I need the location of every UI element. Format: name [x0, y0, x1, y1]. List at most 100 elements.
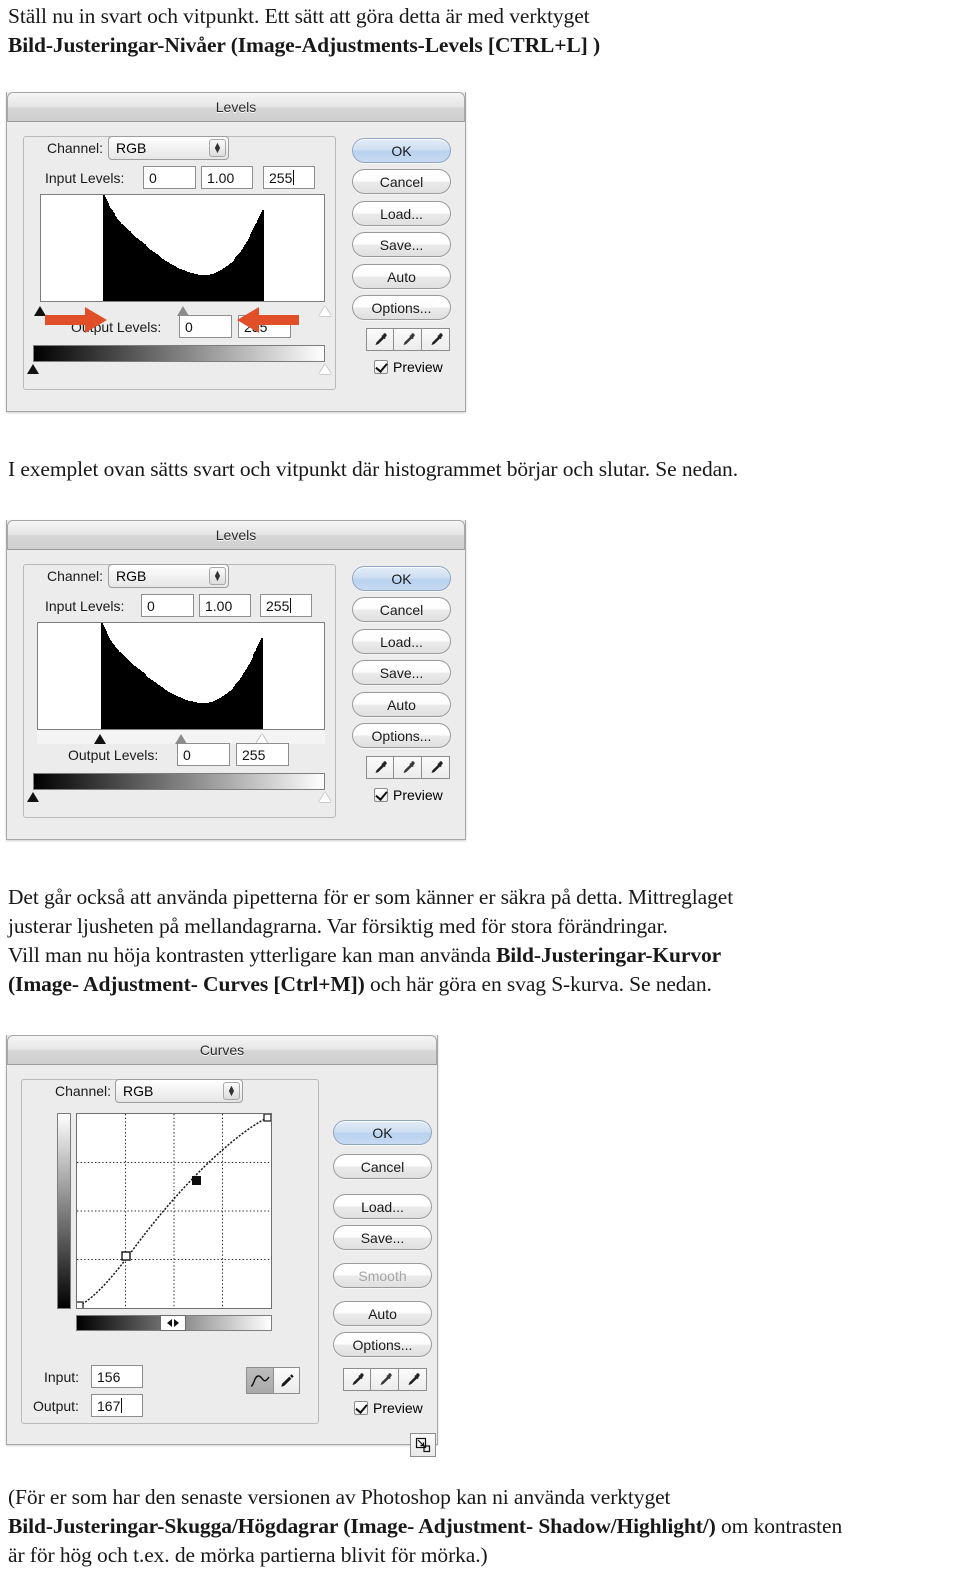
curves-save-button[interactable]: Save...	[333, 1225, 432, 1250]
levels-2-channel-select[interactable]: RGB ▲ ▼	[108, 564, 229, 588]
curves-options-button[interactable]: Options...	[333, 1332, 432, 1357]
eyedropper-gray-icon[interactable]	[394, 756, 422, 779]
curves-direction-toggle[interactable]	[160, 1315, 186, 1331]
curve-tool-icon[interactable]	[247, 1368, 273, 1393]
curves-dialog-titlebar: Curves	[7, 1035, 437, 1065]
levels-1-white-point-handle[interactable]	[319, 306, 331, 316]
grid-size-toggle-icon[interactable]	[410, 1433, 436, 1457]
checkbox-checked-icon[interactable]	[354, 1401, 368, 1415]
caret-left-icon[interactable]	[167, 1319, 172, 1327]
curves-cancel-button[interactable]: Cancel	[333, 1154, 432, 1179]
levels-2-channel-label: Channel:	[43, 568, 108, 584]
curves-output-field[interactable]: 167	[91, 1394, 143, 1417]
levels-dialog-1-body: Channel: RGB ▲ ▼ Input Levels: 0 1.00 255	[7, 122, 465, 410]
paragraph-4-line-3: är för hög och t.ex. de mörka partierna …	[8, 1543, 488, 1567]
curves-input-value: 156	[97, 1368, 121, 1385]
eyedropper-gray-icon[interactable]	[371, 1368, 399, 1391]
stepper-arrows-icon[interactable]: ▲ ▼	[223, 1082, 240, 1100]
levels-dialog-1-titlebar: Levels	[7, 92, 465, 122]
levels-1-output-black-field[interactable]: 0	[179, 315, 232, 338]
levels-2-input-slider[interactable]	[37, 730, 325, 744]
levels-2-cancel-button[interactable]: Cancel	[352, 597, 451, 622]
levels-1-input-black-field[interactable]: 0	[143, 166, 196, 189]
paragraph-3-line-4-bold: (Image- Adjustment- Curves [Ctrl+M])	[8, 972, 365, 996]
paragraph-3-line-1: Det går också att använda pipetterna för…	[8, 885, 734, 909]
levels-1-output-slider[interactable]	[27, 362, 331, 376]
levels-1-input-gamma-field[interactable]: 1.00	[201, 166, 253, 189]
levels-2-output-gradient	[33, 773, 325, 790]
curves-grid[interactable]	[76, 1113, 272, 1309]
levels-1-eyedropper-group[interactable]	[366, 328, 450, 351]
levels-1-cancel-label: Cancel	[379, 173, 424, 190]
levels-2-input-black-field[interactable]: 0	[141, 594, 194, 617]
levels-2-load-label: Load...	[380, 633, 423, 650]
curves-preview-checkbox[interactable]: Preview	[354, 1400, 423, 1416]
curves-output-value: 167	[97, 1397, 121, 1414]
levels-1-output-black-handle[interactable]	[27, 364, 39, 374]
levels-1-output-white-handle[interactable]	[319, 364, 331, 374]
levels-2-output-black-handle[interactable]	[27, 792, 39, 802]
levels-2-auto-button[interactable]: Auto	[352, 692, 451, 717]
eyedropper-black-icon[interactable]	[366, 756, 394, 779]
curves-channel-select[interactable]: RGB ▲ ▼	[115, 1079, 243, 1103]
levels-1-auto-button[interactable]: Auto	[352, 264, 451, 289]
levels-1-save-button[interactable]: Save...	[352, 232, 451, 257]
eyedropper-gray-icon[interactable]	[394, 328, 422, 351]
paragraph-1-line-1: Ställ nu in svart och vitpunkt. Ett sätt…	[8, 4, 590, 28]
eyedropper-white-icon[interactable]	[422, 756, 450, 779]
levels-1-cancel-button[interactable]: Cancel	[352, 169, 451, 194]
eyedropper-black-icon[interactable]	[343, 1368, 371, 1391]
curves-preview-label: Preview	[373, 1400, 423, 1416]
curves-input-label: Input:	[44, 1369, 80, 1385]
levels-1-input-levels-label: Input Levels:	[45, 170, 125, 186]
levels-2-output-white-handle[interactable]	[319, 792, 331, 802]
eyedropper-white-icon[interactable]	[399, 1368, 427, 1391]
stepper-arrows-icon[interactable]: ▲ ▼	[209, 139, 226, 157]
levels-2-ok-button[interactable]: OK	[352, 566, 451, 591]
levels-1-preview-checkbox[interactable]: Preview	[374, 359, 443, 375]
levels-dialog-2-title: Levels	[215, 527, 257, 543]
curves-load-button[interactable]: Load...	[333, 1194, 432, 1219]
levels-1-channel-select[interactable]: RGB ▲ ▼	[108, 136, 229, 160]
levels-2-options-button[interactable]: Options...	[352, 723, 451, 748]
levels-1-load-button[interactable]: Load...	[352, 201, 451, 226]
checkbox-checked-icon[interactable]	[374, 360, 388, 374]
levels-2-output-black-field[interactable]: 0	[177, 743, 230, 766]
levels-2-eyedropper-group[interactable]	[366, 756, 450, 779]
levels-2-output-slider[interactable]	[27, 790, 331, 804]
caret-right-icon[interactable]	[174, 1319, 179, 1327]
levels-2-input-white-field[interactable]: 255	[260, 594, 312, 617]
annotation-arrow-right-red	[45, 306, 108, 334]
paragraph-4-line-2-text: om kontrasten	[715, 1514, 843, 1538]
paragraph-3-line-4-text: och här göra en svag S-kurva. Se nedan.	[364, 972, 712, 996]
levels-2-preview-checkbox[interactable]: Preview	[374, 787, 443, 803]
stepper-arrows-icon[interactable]: ▲ ▼	[209, 567, 226, 585]
levels-2-histogram-bars	[38, 623, 324, 729]
levels-2-output-white-field[interactable]: 255	[236, 743, 289, 766]
levels-2-save-button[interactable]: Save...	[352, 660, 451, 685]
levels-2-cancel-label: Cancel	[379, 601, 424, 618]
curves-tool-toggle[interactable]	[246, 1367, 300, 1394]
pencil-tool-icon[interactable]	[273, 1368, 299, 1393]
curves-load-label: Load...	[361, 1198, 404, 1215]
curves-eyedropper-group[interactable]	[343, 1368, 427, 1391]
levels-2-channel-value: RGB	[116, 568, 147, 584]
curves-grid-svg[interactable]	[77, 1114, 271, 1308]
checkbox-checked-icon[interactable]	[374, 788, 388, 802]
levels-1-options-button[interactable]: Options...	[352, 295, 451, 320]
levels-1-ok-button[interactable]: OK	[352, 138, 451, 163]
eyedropper-black-icon[interactable]	[366, 328, 394, 351]
curves-input-field[interactable]: 156	[91, 1365, 143, 1388]
eyedropper-white-icon[interactable]	[422, 328, 450, 351]
levels-1-input-white-value: 255	[269, 169, 293, 186]
paragraph-2-line-1: I exemplet ovan sätts svart och vitpunkt…	[8, 457, 738, 481]
levels-2-black-point-handle[interactable]	[94, 734, 107, 744]
curves-smooth-button[interactable]: Smooth	[333, 1263, 432, 1288]
levels-1-input-white-field[interactable]: 255	[263, 166, 315, 189]
levels-2-input-gamma-field[interactable]: 1.00	[199, 594, 251, 617]
levels-1-histogram	[40, 194, 325, 302]
curves-auto-button[interactable]: Auto	[333, 1301, 432, 1326]
curves-dialog: Curves Channel: RGB ▲ ▼ Input: 156 Outpu…	[6, 1035, 438, 1457]
curves-ok-button[interactable]: OK	[333, 1120, 432, 1145]
levels-2-load-button[interactable]: Load...	[352, 629, 451, 654]
